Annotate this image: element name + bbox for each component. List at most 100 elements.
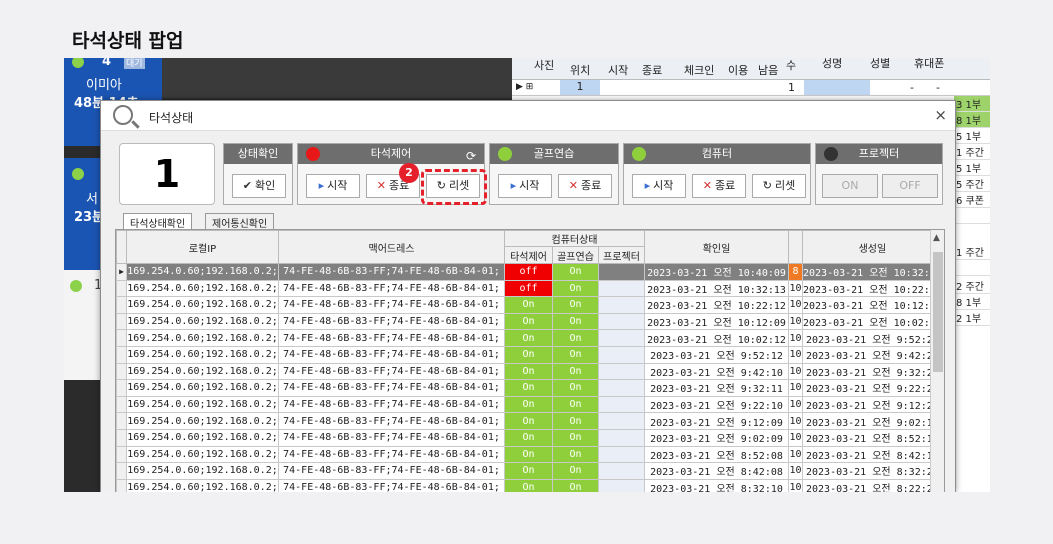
table-row[interactable]: 169.254.0.60;192.168.0.2; 74-FE-48-6B-83-… xyxy=(116,445,943,464)
cell-created-date: 2023-03-21 오전 10:22:23 xyxy=(802,279,943,298)
column-header-seat-control[interactable]: 타석제어 xyxy=(504,246,553,264)
background-side-cell: 1 주간 xyxy=(954,244,990,260)
row-indicator xyxy=(116,395,127,414)
column-header-mac[interactable]: 맥어드레스 xyxy=(278,230,505,264)
magnifier-icon xyxy=(113,105,133,125)
cell-projector xyxy=(598,478,645,492)
column-header-created-date[interactable]: 생성일 xyxy=(802,230,943,264)
computer-header: 컴퓨터 xyxy=(624,144,810,164)
cell-seat-control: On xyxy=(504,345,553,364)
projector-status-dot-icon xyxy=(824,147,838,161)
table-row[interactable]: 169.254.0.60;192.168.0.2; 74-FE-48-6B-83-… xyxy=(116,428,943,447)
cell-confirm-date: 2023-03-21 오전 10:22:12 xyxy=(644,296,789,314)
tab-control-comm[interactable]: 제어통신확인 xyxy=(205,213,275,230)
cell-projector xyxy=(598,279,645,298)
table-row[interactable]: ▶ 169.254.0.60;192.168.0.2; 74-FE-48-6B-83… xyxy=(116,263,943,281)
cell-mac: 74-FE-48-6B-83-FF;74-FE-48-6B-84-01; xyxy=(278,263,505,281)
refresh-icon[interactable]: ⟳ xyxy=(466,146,476,166)
background-side-cell: 5 1부 xyxy=(954,128,990,144)
confirm-button[interactable]: ✔ 확인 xyxy=(232,174,286,198)
column-header-local-ip[interactable]: 로컬IP xyxy=(126,230,279,264)
background-grid-row[interactable]: ▶ ⊞ 1 1 - - xyxy=(512,80,990,96)
seat-control-header-label: 타석제어 xyxy=(370,147,412,160)
computer-start-button[interactable]: ▸ 시작 xyxy=(632,174,686,198)
row-indicator xyxy=(116,312,127,331)
golf-start-button[interactable]: ▸ 시작 xyxy=(498,174,552,198)
background-side-cell: 3 1부 xyxy=(954,96,990,112)
expand-icon[interactable]: ▶ ⊞ xyxy=(516,82,533,92)
cell-seat-control: On xyxy=(504,296,553,314)
grid-header-phone: 휴대폰 xyxy=(914,58,945,70)
scrollbar-thumb[interactable] xyxy=(933,252,943,372)
cell-created-date: 2023-03-21 오전 9:42:21 xyxy=(802,345,943,364)
close-icon[interactable]: × xyxy=(934,106,947,124)
cell-created-date: 2023-03-21 오전 8:22:20 xyxy=(802,478,943,492)
cell-mac: 74-FE-48-6B-83-FF;74-FE-48-6B-84-01; xyxy=(278,428,505,447)
tab-seat-status[interactable]: 타석상태확인 xyxy=(123,213,193,230)
computer-reset-button[interactable]: ↻ 리셋 xyxy=(752,174,806,198)
computer-end-label: 종료 xyxy=(714,179,736,192)
grid-cell-count: 1 xyxy=(788,81,795,94)
cell-created-date: 2023-03-21 오전 10:32:24 xyxy=(802,263,943,281)
table-row[interactable]: 169.254.0.60;192.168.0.2; 74-FE-48-6B-83-… xyxy=(116,379,943,397)
seat-start-button[interactable]: ▸ 시작 xyxy=(306,174,360,198)
cell-confirm-date: 2023-03-21 오전 10:40:09 xyxy=(644,263,789,281)
screenshot-frame: 4 대기 이미아 48분 14초 서 23분 1 사진 위치 시작 종료 체크인… xyxy=(64,58,990,492)
cell-local-ip: 169.254.0.60;192.168.0.2; xyxy=(126,478,279,492)
status-check-header-label: 상태확인 xyxy=(237,147,279,160)
cell-mac: 74-FE-48-6B-83-FF;74-FE-48-6B-84-01; xyxy=(278,412,505,430)
grid-cell-name xyxy=(804,80,870,95)
projector-on-label: ON xyxy=(841,179,859,192)
cell-created-date: 2023-03-21 오전 9:32:22 xyxy=(802,362,943,381)
table-row[interactable]: 169.254.0.60;192.168.0.2; 74-FE-48-6B-83-… xyxy=(116,279,943,298)
cell-seat-control: On xyxy=(504,312,553,331)
cell-golf: On xyxy=(552,412,599,430)
column-header-projector[interactable]: 프로젝터 xyxy=(598,246,645,264)
computer-end-button[interactable]: ✕ 종료 xyxy=(692,174,746,198)
vertical-scrollbar[interactable]: ▲ xyxy=(930,230,944,492)
column-header-confirm-date[interactable]: 확인일 xyxy=(644,230,789,264)
cell-projector xyxy=(598,329,645,347)
cell-golf: On xyxy=(552,345,599,364)
row-indicator xyxy=(116,362,127,381)
golf-practice-group: 골프연습 ▸ 시작 ✕ 종료 xyxy=(489,143,619,205)
projector-on-button[interactable]: ON xyxy=(822,174,878,198)
cell-mac: 74-FE-48-6B-83-FF;74-FE-48-6B-84-01; xyxy=(278,345,505,364)
table-row[interactable]: 169.254.0.60;192.168.0.2; 74-FE-48-6B-83-… xyxy=(116,478,943,492)
seat-start-label: 시작 xyxy=(327,179,348,192)
cell-golf: On xyxy=(552,428,599,447)
cell-local-ip: 169.254.0.60;192.168.0.2; xyxy=(126,379,279,397)
cell-mac: 74-FE-48-6B-83-FF;74-FE-48-6B-84-01; xyxy=(278,296,505,314)
grid-header-count: 수 xyxy=(786,59,797,72)
cell-confirm-date: 2023-03-21 오전 9:22:10 xyxy=(644,395,789,414)
start-icon: ▸ xyxy=(318,179,325,192)
cell-count: 10 xyxy=(788,329,803,347)
table-row[interactable]: 169.254.0.60;192.168.0.2; 74-FE-48-6B-83-… xyxy=(116,345,943,364)
table-row[interactable]: 169.254.0.60;192.168.0.2; 74-FE-48-6B-83-… xyxy=(116,296,943,314)
table-row[interactable]: 169.254.0.60;192.168.0.2; 74-FE-48-6B-83-… xyxy=(116,329,943,347)
cell-confirm-date: 2023-03-21 오전 9:52:12 xyxy=(644,345,789,364)
table-row[interactable]: 169.254.0.60;192.168.0.2; 74-FE-48-6B-83-… xyxy=(116,312,943,331)
cell-count: 10 xyxy=(788,296,803,314)
table-row[interactable]: 169.254.0.60;192.168.0.2; 74-FE-48-6B-83-… xyxy=(116,462,943,480)
cell-golf: On xyxy=(552,462,599,480)
cell-golf: On xyxy=(552,312,599,331)
cell-golf: On xyxy=(552,329,599,347)
table-row[interactable]: 169.254.0.60;192.168.0.2; 74-FE-48-6B-83-… xyxy=(116,412,943,430)
column-header-golf[interactable]: 골프연습 xyxy=(552,246,599,264)
computer-start-label: 시작 xyxy=(653,179,674,192)
row-indicator xyxy=(116,345,127,364)
projector-off-button[interactable]: OFF xyxy=(882,174,938,198)
table-row[interactable]: 169.254.0.60;192.168.0.2; 74-FE-48-6B-83-… xyxy=(116,395,943,414)
cell-projector xyxy=(598,412,645,430)
projector-group: 프로젝터 ON OFF xyxy=(815,143,943,205)
golf-end-button[interactable]: ✕ 종료 xyxy=(558,174,612,198)
scroll-up-icon[interactable]: ▲ xyxy=(933,233,940,243)
row-indicator xyxy=(116,462,127,480)
table-row[interactable]: 169.254.0.60;192.168.0.2; 74-FE-48-6B-83-… xyxy=(116,362,943,381)
cell-mac: 74-FE-48-6B-83-FF;74-FE-48-6B-84-01; xyxy=(278,462,505,480)
column-header-count[interactable] xyxy=(788,230,803,264)
cell-seat-control: On xyxy=(504,329,553,347)
start-icon: ▸ xyxy=(510,179,517,192)
cell-local-ip: 169.254.0.60;192.168.0.2; xyxy=(126,445,279,464)
